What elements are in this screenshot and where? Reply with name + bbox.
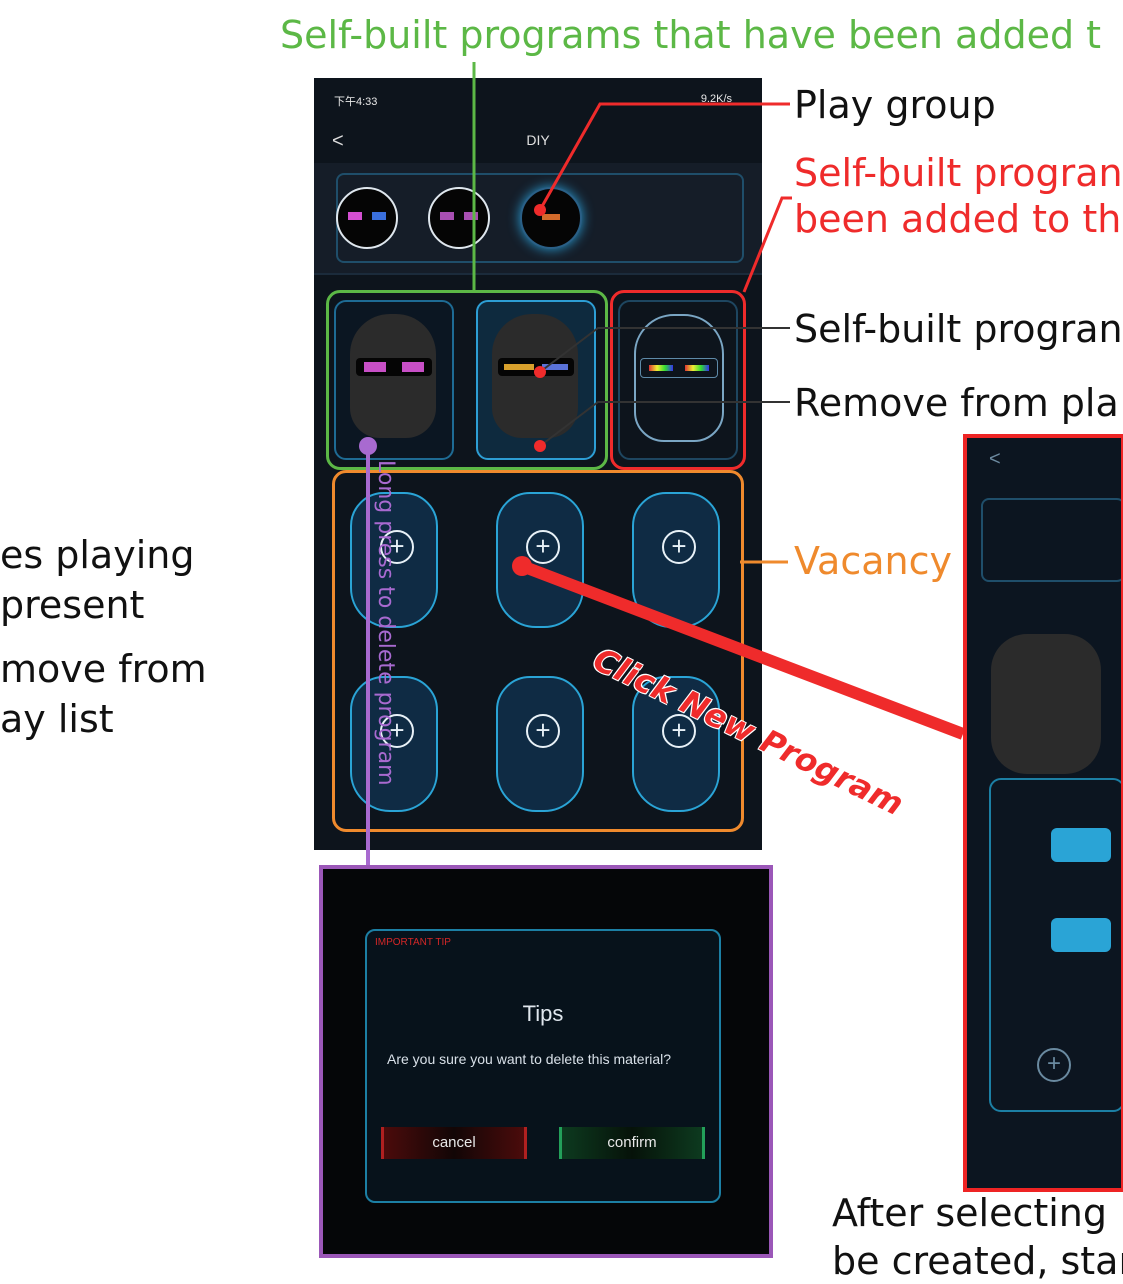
confirm-button[interactable]: confirm — [559, 1127, 705, 1159]
cancel-button[interactable]: cancel — [381, 1127, 527, 1159]
tips-dialog: IMPORTANT TIP Tips Are you sure you want… — [365, 929, 721, 1203]
mask-icon — [991, 634, 1101, 774]
editor-block-1 — [1051, 828, 1111, 862]
editor-preview: < + — [963, 434, 1123, 1192]
plus-icon[interactable]: + — [1037, 1048, 1071, 1082]
play-group-frame — [981, 498, 1121, 582]
long-press-label: Long press to delete program — [373, 460, 398, 786]
dialog-message: Are you sure you want to delete this mat… — [387, 1051, 672, 1067]
delete-tips-screenshot: IMPORTANT TIP Tips Are you sure you want… — [319, 865, 773, 1258]
back-icon[interactable]: < — [989, 448, 1001, 471]
dialog-title: Tips — [522, 1001, 564, 1026]
important-tip-label: IMPORTANT TIP — [375, 937, 451, 948]
editor-block-2 — [1051, 918, 1111, 952]
